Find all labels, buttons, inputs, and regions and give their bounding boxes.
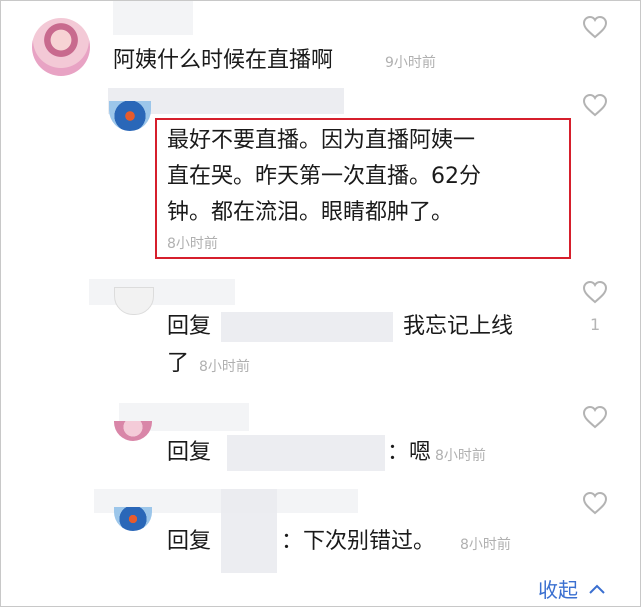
comment-text: ：嗯: [387, 440, 432, 465]
heart-outline-icon: [582, 93, 608, 117]
username-redacted: [89, 279, 235, 305]
avatar[interactable]: [114, 287, 154, 315]
chevron-up-icon: [589, 584, 605, 594]
like-button[interactable]: [582, 405, 608, 429]
like-button[interactable]: [582, 280, 608, 304]
avatar[interactable]: [32, 18, 90, 76]
comment-timestamp: 8小时前: [460, 537, 511, 553]
comment-timestamp: 8小时前: [435, 448, 486, 464]
heart-outline-icon: [582, 280, 608, 304]
comment-text-line: 最好不要直播。因为直播阿姨一: [167, 128, 476, 153]
comment-text-line: 钟。都在流泪。眼睛都肿了。: [167, 200, 454, 225]
comment-text: ：下次别错过。: [281, 529, 436, 554]
collapse-label: 收起: [538, 578, 578, 602]
comment-timestamp: 8小时前: [167, 236, 218, 252]
like-count: 1: [590, 315, 601, 334]
avatar[interactable]: [114, 507, 152, 531]
comment-timestamp: 9小时前: [385, 55, 436, 71]
avatar[interactable]: [114, 421, 152, 441]
like-button[interactable]: [582, 93, 608, 117]
reply-prefix: 回复: [167, 529, 212, 554]
like-button[interactable]: [582, 15, 608, 39]
reply-body: 最好不要直播。因为直播阿姨一 直在哭。昨天第一次直播。62分 钟。都在流泪。眼睛…: [167, 123, 567, 231]
avatar[interactable]: [109, 101, 151, 131]
mention-redacted[interactable]: [227, 435, 385, 471]
heart-outline-icon: [582, 491, 608, 515]
username-redacted: [221, 489, 277, 573]
heart-outline-icon: [582, 405, 608, 429]
comment-text: 了: [167, 351, 190, 376]
comment-text: 阿姨什么时候在直播啊: [113, 48, 334, 73]
collapse-button[interactable]: 收起: [538, 574, 606, 603]
heart-outline-icon: [582, 15, 608, 39]
comment-text-line: 直在哭。昨天第一次直播。62分: [167, 164, 481, 189]
reply-prefix: 回复: [167, 440, 212, 465]
comment-text: 我忘记上线: [403, 314, 514, 339]
username-redacted: [113, 1, 193, 35]
mention-redacted[interactable]: [221, 312, 393, 342]
like-button[interactable]: [582, 491, 608, 515]
comment-timestamp: 8小时前: [199, 359, 250, 375]
reply-prefix: 回复: [167, 314, 212, 339]
comment-thread: 阿姨什么时候在直播啊 9小时前 最好不要直播。因为直播阿姨一 直在哭。昨天第一次…: [0, 0, 641, 607]
